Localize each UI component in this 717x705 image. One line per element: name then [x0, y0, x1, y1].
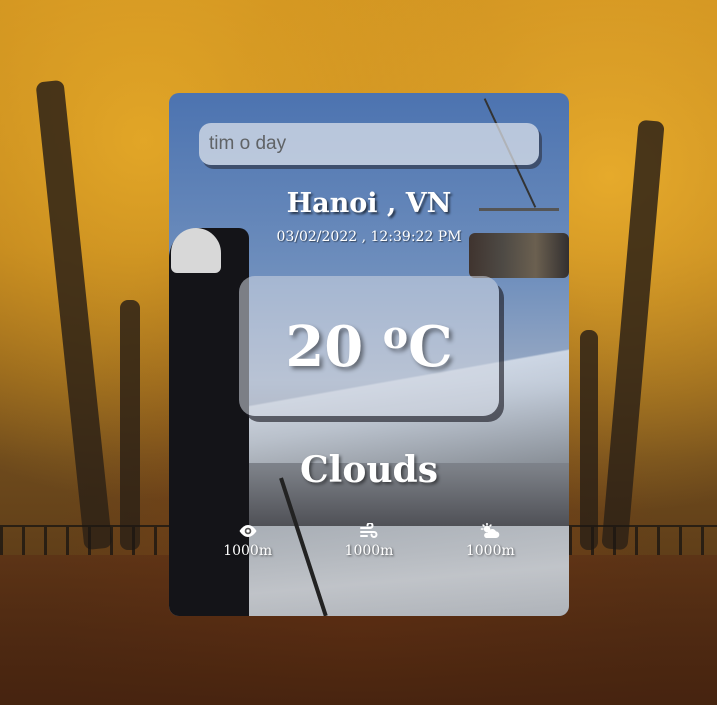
weather-condition: Clouds	[300, 449, 438, 491]
date-time: 03/02/2022 , 12:39:22 PM	[276, 229, 462, 245]
tree-trunk	[35, 79, 113, 551]
tree-trunk	[580, 330, 598, 550]
wind-icon	[359, 523, 378, 538]
temperature-unit: C	[408, 314, 453, 380]
tree-trunk	[601, 119, 665, 551]
eye-icon	[239, 525, 257, 537]
weather-card: Hanoi , VN 03/02/2022 , 12:39:22 PM 20 o…	[169, 93, 569, 616]
cloud-stat: 1000m	[445, 523, 535, 559]
tree-trunk	[120, 300, 140, 550]
sun-cloud-icon	[481, 523, 500, 538]
visibility-stat: 1000m	[203, 523, 293, 559]
cloud-value: 1000m	[465, 543, 515, 559]
wind-stat: 1000m	[324, 523, 414, 559]
city-name: Hanoi , VN	[286, 188, 452, 219]
temperature-degree: o	[382, 312, 409, 357]
visibility-value: 1000m	[223, 543, 273, 559]
search-input[interactable]	[199, 123, 539, 165]
fence	[0, 525, 170, 555]
temperature-box: 20 oC	[239, 276, 499, 416]
temperature: 20 oC	[285, 312, 452, 380]
temperature-value: 20	[285, 314, 364, 380]
fence	[569, 525, 717, 555]
wind-value: 1000m	[344, 543, 394, 559]
weather-stats: 1000m 1000m 1000m	[169, 523, 569, 559]
